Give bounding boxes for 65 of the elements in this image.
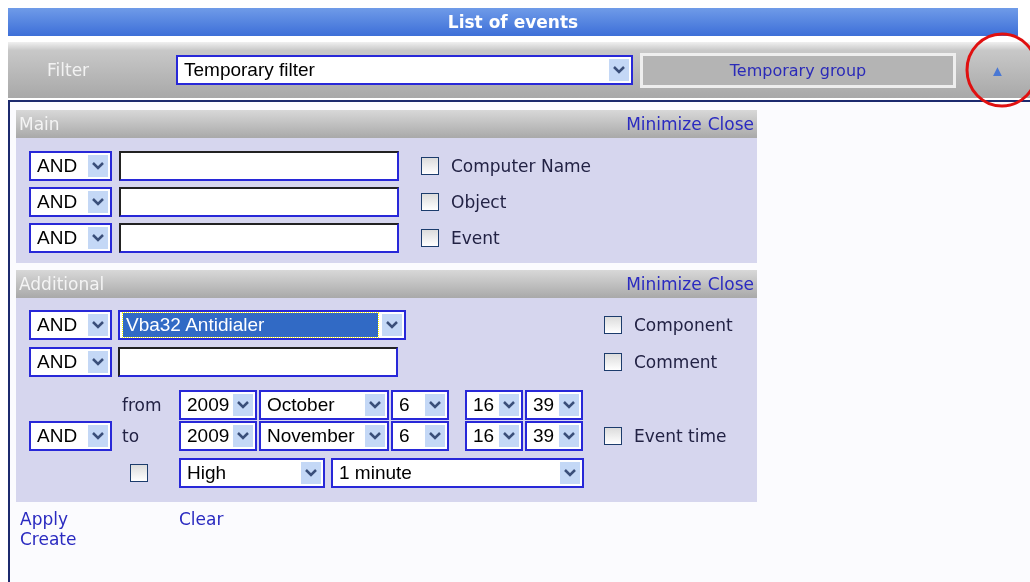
panel-link[interactable]: Close [707,114,754,134]
chevron-icon [365,425,385,447]
dropdown[interactable]: AND [29,187,112,217]
dropdown[interactable]: 1 minute [331,458,584,488]
chevron-icon [301,462,321,484]
chevron-icon [425,394,445,416]
chevron-icon [609,59,629,81]
chevron-icon [499,394,519,416]
apply-link[interactable]: Apply [20,509,68,529]
dropdown[interactable]: 39 [525,390,583,420]
input-field[interactable] [118,347,398,377]
chevron-icon [499,425,519,447]
dropdown[interactable]: AND [29,421,112,451]
chevron-icon [559,425,579,447]
chevron-icon [559,394,579,416]
dropdown[interactable]: 16 [465,421,523,451]
window-title: List of events [8,8,1018,36]
from-label: from [121,395,163,415]
dropdown[interactable]: 2009 [179,390,257,420]
chevron-icon [88,155,108,177]
panel-link[interactable]: Minimize [626,114,702,134]
dropdown[interactable]: 39 [525,421,583,451]
chevron-icon [88,191,108,213]
dropdown[interactable]: 6 [391,421,449,451]
dropdown[interactable]: 6 [391,390,449,420]
input-field[interactable] [119,151,399,181]
dropdown[interactable]: AND [29,310,112,340]
checkbox[interactable]: Component [604,315,757,335]
filter-label: Filter [47,60,91,80]
input-field[interactable] [119,187,399,217]
chevron-icon [88,314,108,336]
chevron-icon [365,394,385,416]
chevron-icon [88,425,108,447]
to-label: to [121,426,141,446]
dropdown[interactable]: 16 [465,390,523,420]
dropdown[interactable]: Temporary filter [176,55,633,85]
checkbox[interactable]: Comment [604,352,757,372]
checkbox[interactable]: Computer Name [421,156,592,176]
chevron-icon [88,227,108,249]
checkbox[interactable]: Event [421,228,500,248]
chevron-icon [425,425,445,447]
panel-title: Additional [19,274,105,294]
chevron-icon [233,394,253,416]
checkbox[interactable] [130,464,148,482]
panel-title: Main [19,114,60,134]
dropdown[interactable]: AND [29,347,112,377]
chevron-icon [560,462,580,484]
create-link[interactable]: Create [20,529,77,549]
chevron-icon [233,425,253,447]
dropdown[interactable]: 2009 [179,421,257,451]
checkbox[interactable]: Event time [604,426,757,446]
dropdown[interactable]: November [259,421,389,451]
clear-link[interactable]: Clear [179,509,224,529]
checkbox[interactable]: Object [421,192,507,212]
panel-link[interactable]: Minimize [626,274,702,294]
dropdown[interactable]: AND [29,223,112,253]
panel-link[interactable]: Close [707,274,754,294]
dropdown[interactable]: High [179,458,325,488]
dropdown[interactable]: AND [29,151,112,181]
group-button[interactable]: Temporary group [640,52,956,88]
dropdown[interactable]: October [259,390,389,420]
chevron-icon [88,351,108,373]
chevron-icon [382,314,402,336]
input-field[interactable] [119,223,399,253]
dropdown[interactable]: Vba32 Antidialer [118,310,406,340]
